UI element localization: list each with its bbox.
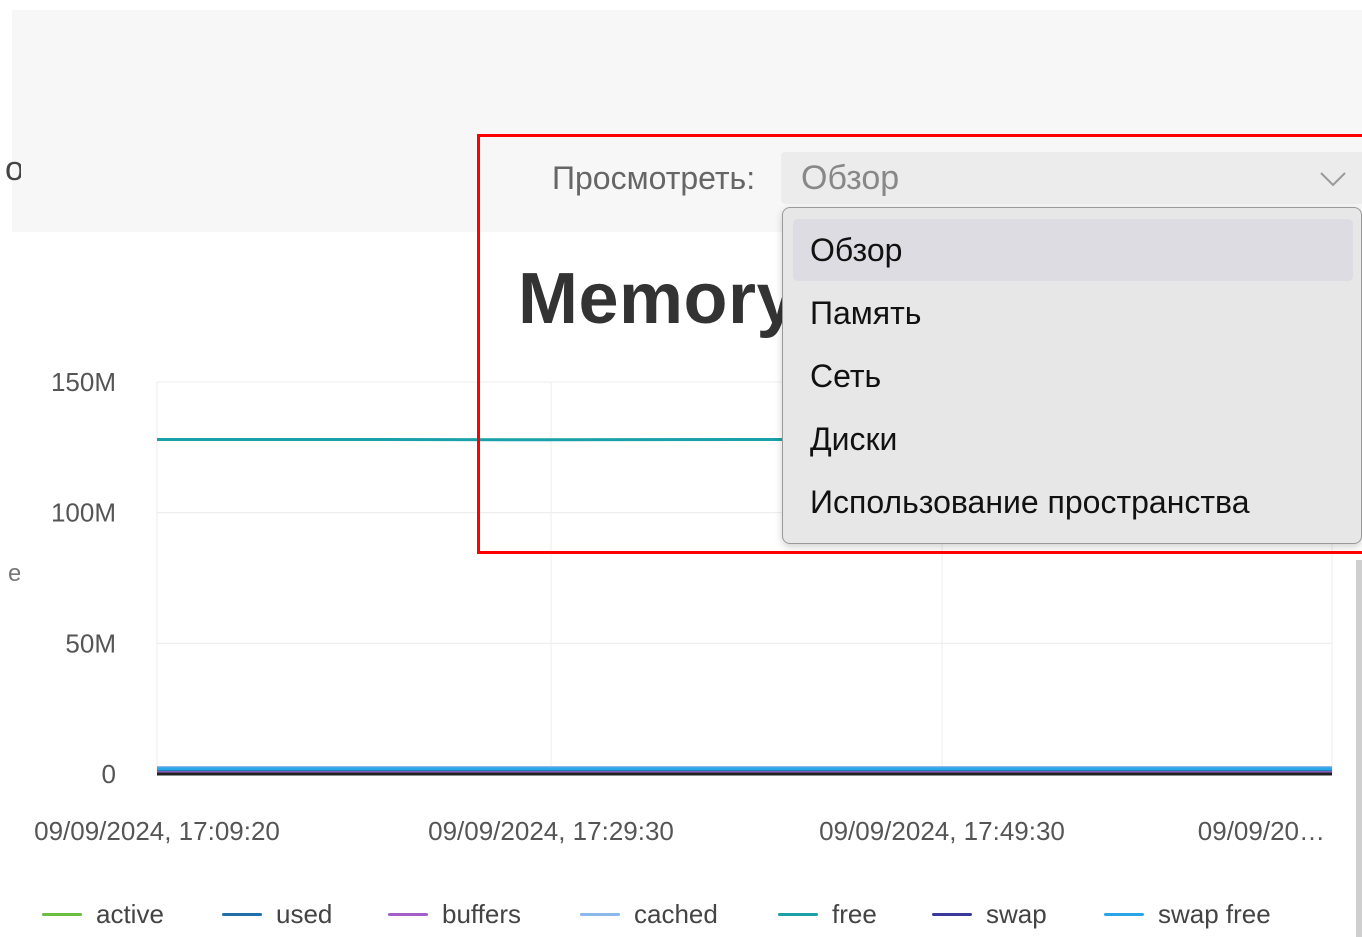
legend-item-free[interactable]: free xyxy=(778,894,877,934)
legend-label: buffers xyxy=(442,898,522,929)
chart-legend: active used buffers cached free swap swap free xyxy=(42,894,1342,934)
y-tick-label: 0 xyxy=(102,759,116,789)
legend-item-buffers[interactable]: buffers xyxy=(388,894,521,934)
legend-swatch xyxy=(1104,912,1144,916)
legend-item-used[interactable]: used xyxy=(222,894,332,934)
legend-label: swap free xyxy=(1158,898,1271,929)
highlight-box xyxy=(477,134,1362,554)
scrollbar-edge[interactable] xyxy=(1356,560,1362,937)
legend-swatch xyxy=(42,912,82,916)
legend-item-active[interactable]: active xyxy=(42,894,164,934)
legend-label: used xyxy=(276,898,333,929)
legend-label: cached xyxy=(634,898,718,929)
legend-swatch xyxy=(580,912,620,916)
legend-item-swap[interactable]: swap xyxy=(932,894,1047,934)
legend-label: swap xyxy=(986,898,1047,929)
y-tick-label: 150M xyxy=(51,367,116,397)
legend-item-cached[interactable]: cached xyxy=(580,894,718,934)
x-tick-label: 09/09/20… xyxy=(1198,816,1325,846)
x-tick-label: 09/09/2024, 17:29:30 xyxy=(428,816,674,846)
legend-swatch xyxy=(932,912,972,916)
x-tick-label: 09/09/2024, 17:09:20 xyxy=(34,816,280,846)
legend-label: free xyxy=(832,898,877,929)
page-title-fragment: o xyxy=(5,150,21,188)
legend-swatch xyxy=(778,912,818,916)
legend-swatch xyxy=(222,912,262,916)
legend-item-swap-free[interactable]: swap free xyxy=(1104,894,1271,934)
legend-label: active xyxy=(96,898,164,929)
legend-swatch xyxy=(388,912,428,916)
y-tick-label: 100M xyxy=(51,498,116,528)
x-tick-label: 09/09/2024, 17:49:30 xyxy=(819,816,1065,846)
y-tick-label: 50M xyxy=(65,628,116,658)
